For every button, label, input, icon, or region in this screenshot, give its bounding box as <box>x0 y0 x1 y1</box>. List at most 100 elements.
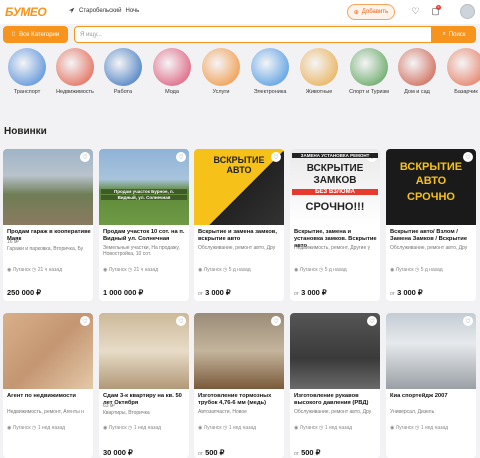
search-input[interactable]: Я ищу... <box>74 26 432 43</box>
category-item[interactable]: Мода <box>147 48 197 95</box>
listing-price: 250 000 ₽ <box>7 288 41 297</box>
favorite-heart-icon[interactable]: ♡ <box>463 316 473 326</box>
listing-price: от 500 ₽ <box>294 448 320 457</box>
listing-time: 1 нед назад <box>324 425 353 431</box>
location-arrow-icon <box>68 7 75 14</box>
listing-description: Обслуживание, ремонт авто, Дру <box>390 245 468 251</box>
listing-meta: ◉ Луганск ◷ 1 нед назад <box>7 425 91 431</box>
listing-city: Луганск <box>395 425 414 431</box>
listing-photo[interactable] <box>194 313 284 389</box>
listing-title[interactable]: Вскрытие и замена замков, вскрытие авто <box>198 229 282 243</box>
listing-photo[interactable] <box>290 313 380 389</box>
listing-time: 21 ч назад <box>37 267 63 273</box>
category-icon <box>398 48 436 86</box>
photo-ad-text: СРОЧНО!!! <box>305 201 365 213</box>
photo-ad-text: ВСКРЫТИЕ <box>306 163 364 174</box>
category-item[interactable]: Базарчик <box>441 48 480 95</box>
category-item[interactable]: Животные <box>294 48 344 95</box>
favorite-heart-icon[interactable]: ♡ <box>176 152 186 162</box>
search-button[interactable]: ⌕ Поиск <box>432 26 476 43</box>
listing-card[interactable]: ♡ Киа спортейдж 2007 Универсал, Дизель ◉ Лу… <box>386 313 476 458</box>
category-item[interactable]: Услуги <box>196 48 246 95</box>
price-prefix: от <box>294 291 299 297</box>
price-value: 3 000 ₽ <box>205 288 231 297</box>
listing-card[interactable]: ♡ Изготовление рукавов высокого давления … <box>290 313 380 458</box>
search-button-label: Поиск <box>448 31 466 38</box>
category-item[interactable]: Работа <box>98 48 148 95</box>
listing-photo[interactable] <box>99 313 189 389</box>
clock-icon: ◷ <box>30 267 38 273</box>
category-item[interactable]: Недвижимость <box>50 48 100 95</box>
listing-card[interactable]: ♡ Вскрытие и замена замков, вскрытие авто… <box>194 149 284 301</box>
favorites-heart-icon[interactable]: ♡ <box>410 6 421 17</box>
location-selector[interactable]: Старобельский Ночь <box>68 7 139 14</box>
photo-ad-text: Видный, ул. Солнечная <box>101 195 187 200</box>
add-listing-button[interactable]: ⊕ Добавить <box>347 4 395 20</box>
user-avatar[interactable] <box>460 4 475 19</box>
site-logo[interactable]: БУМЕО <box>5 5 47 19</box>
listing-meta: ◉ Луганск ◷ 1 нед назад <box>294 425 378 431</box>
listing-title[interactable]: Изготовление тормозных трубок 4,76-6 мм … <box>198 393 282 407</box>
listing-city: Луганск <box>395 267 414 273</box>
messages-badge: 0 <box>436 5 441 10</box>
listing-card[interactable]: ♡Вскрытие, замена и установка замков. Вс… <box>290 149 380 301</box>
add-listing-label: Добавить <box>361 9 389 15</box>
category-label: Дом и сад <box>404 89 430 95</box>
category-item[interactable]: Дом и сад <box>392 48 442 95</box>
listing-description: Универсал, Дизель <box>390 409 435 415</box>
listing-card[interactable]: ♡ Изготовление тормозных трубок 4,76-6 мм… <box>194 313 284 458</box>
price-value: 500 ₽ <box>205 448 225 457</box>
category-icon <box>104 48 142 86</box>
price-prefix: от <box>198 291 203 297</box>
clock-icon: ◷ <box>317 425 325 431</box>
favorite-heart-icon[interactable]: ♡ <box>367 316 377 326</box>
photo-ad-text: Продам участок Бурное, п. <box>101 189 187 194</box>
favorite-heart-icon[interactable]: ♡ <box>271 316 281 326</box>
listing-price: 1 000 000 ₽ <box>103 288 143 297</box>
clock-icon: ◷ <box>413 425 421 431</box>
favorite-heart-icon[interactable]: ♡ <box>80 152 90 162</box>
listing-card[interactable]: ♡ Вскрытие авто/ Взлом / Замена Замков / … <box>386 149 476 301</box>
category-item[interactable]: Транспорт <box>2 48 52 95</box>
price-value: 30 000 ₽ <box>103 448 133 457</box>
category-icon <box>153 48 191 86</box>
listing-meta: ◉ Луганск ◷ 5 д назад <box>294 267 378 273</box>
listing-photo[interactable] <box>3 313 93 389</box>
listing-city: Луганск <box>203 425 222 431</box>
price-value: 1 000 000 ₽ <box>103 288 144 297</box>
location-extra: Ночь <box>125 7 140 14</box>
favorite-heart-icon[interactable]: ♡ <box>176 316 186 326</box>
price-value: 250 000 ₽ <box>7 288 41 297</box>
listing-meta: ◉ Луганск ◷ 21 ч назад <box>103 267 187 273</box>
location-label: Старобельский <box>79 7 122 14</box>
listing-meta: ◉ Луганск ◷ 1 нед назад <box>103 425 187 431</box>
search-placeholder: Я ищу... <box>80 31 102 38</box>
listing-card[interactable]: ♡ Продам гараж в кооперативе Маяк Гаражи и… <box>3 149 93 301</box>
category-strip: Транспорт Недвижимость Работа Мода Услуги Эле… <box>0 48 480 98</box>
category-icon <box>300 48 338 86</box>
category-icon <box>8 48 46 86</box>
listing-photo[interactable] <box>3 149 93 225</box>
category-item[interactable]: Электроника <box>245 48 295 95</box>
favorite-heart-icon[interactable]: ♡ <box>80 316 90 326</box>
listing-card[interactable]: ♡ Сдам 3-к квартиру на кв. 50 лет Октября… <box>99 313 189 458</box>
clock-icon: ◷ <box>221 425 229 431</box>
listing-title[interactable]: Продам участок 10 сот. на п. Видный ул. … <box>103 229 187 243</box>
listing-card[interactable]: ♡ Агент по недвижимости Недвижимость, ремо… <box>3 313 93 458</box>
photo-ad-text: БЕЗ ВЗЛОМА <box>292 189 378 195</box>
listing-title[interactable]: Вскрытие авто/ Взлом / Замена Замков / В… <box>390 229 474 243</box>
listing-photo[interactable] <box>290 149 380 225</box>
listing-title[interactable]: Киа спортейдж 2007 <box>390 393 474 400</box>
category-icon <box>350 48 388 86</box>
all-categories-button[interactable]: ⁞⁞ Все Категории <box>3 26 68 43</box>
category-item[interactable]: Спорт и Туризм <box>344 48 394 95</box>
listing-title[interactable]: Агент по недвижимости <box>7 393 91 400</box>
listing-photo[interactable] <box>99 149 189 225</box>
listing-photo[interactable] <box>386 313 476 389</box>
photo-ad-text: ВСКРЫТИЕ <box>399 161 463 173</box>
listing-description: Гаражи и парковка, Вторичка, Бу <box>7 246 84 252</box>
photo-ad-text: ЗАМЕНА УСТАНОВКА РЕМОНТ <box>292 153 378 158</box>
listing-title[interactable]: Изготовление рукавов высокого давления (… <box>294 393 378 407</box>
listing-meta: ◉ Луганск ◷ 1 нед назад <box>390 425 474 431</box>
listing-card[interactable]: ♡ Продам участок 10 сот. на п. Видный ул.… <box>99 149 189 301</box>
